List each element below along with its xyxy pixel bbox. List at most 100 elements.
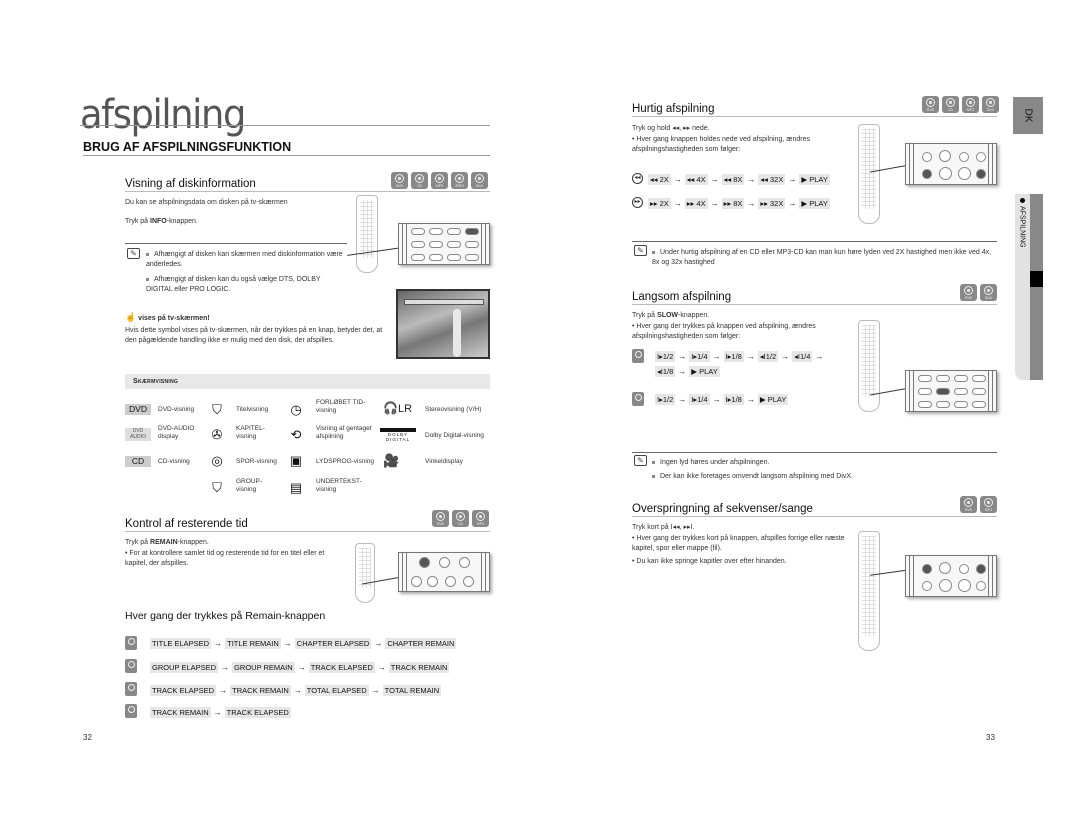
title-icon: ⛉ bbox=[212, 402, 222, 417]
bullet-dot-icon bbox=[1019, 198, 1025, 203]
prev-button bbox=[411, 576, 422, 587]
skip-bullet-1: • Hver gang der trykkes kort på knappen,… bbox=[632, 535, 845, 552]
slow-sequence-dvd-line2: ◂I1/8 → ▶ PLAY bbox=[655, 366, 720, 377]
screen-display-heading: Skærmvisning bbox=[125, 374, 490, 389]
skip-disc-icons: DVD MP3 bbox=[960, 496, 997, 513]
clock-icon: ◷ bbox=[290, 402, 302, 417]
disk-info-heading: Visning af diskinformation bbox=[125, 178, 256, 190]
remote-control-image bbox=[356, 195, 378, 273]
camera-angle-icon: 🎥 bbox=[383, 453, 400, 468]
slow-sequence-dvd: I▸1/2 → I▸1/4 → I▸1/8 → ◂I1/2 → ◂I1/4 → bbox=[655, 351, 824, 362]
remain-button-callout bbox=[398, 552, 490, 592]
info-button[interactable] bbox=[465, 228, 479, 235]
remote-control-image bbox=[858, 531, 880, 651]
disc-divx-icon bbox=[632, 392, 644, 406]
disc-dvd-icon: DVD bbox=[391, 172, 408, 189]
play-button bbox=[958, 167, 971, 180]
remain-sequence-dvd-audio: GROUP ELAPSED → GROUP REMAIN → TRACK ELAPS… bbox=[150, 662, 450, 673]
info-button-callout bbox=[398, 223, 490, 265]
remain-button bbox=[447, 254, 461, 261]
disc-cd-icon bbox=[125, 682, 137, 696]
rewind-button[interactable] bbox=[922, 169, 932, 179]
slow-play-divider bbox=[632, 304, 997, 305]
sleep-button bbox=[429, 254, 443, 261]
audio-language-icon: ▣ bbox=[289, 453, 303, 468]
hand-text: Hvis dette symbol vises på tv-skærmen, n… bbox=[125, 327, 383, 344]
repeat-button bbox=[465, 254, 479, 261]
remain-sequence-dvd-video: TITLE ELAPSED → TITLE REMAIN → CHAPTER ELA… bbox=[150, 638, 457, 649]
repeat-icon: ⟲ bbox=[290, 427, 302, 442]
remain-button[interactable] bbox=[419, 557, 430, 568]
next-button bbox=[463, 576, 474, 587]
group-display-label: GROUP-visning bbox=[236, 478, 262, 493]
note-divider bbox=[632, 452, 997, 453]
skip-bullet-2: • Du kan ikke springe kapitler over efte… bbox=[632, 558, 787, 565]
disc-cd-icon: CD bbox=[452, 510, 469, 527]
fast-forward-icon: ▸▸ bbox=[632, 197, 643, 208]
fast-play-divider bbox=[632, 116, 997, 117]
slow-play-disc-icons: DVD DivX bbox=[960, 284, 997, 301]
drive-button bbox=[954, 375, 968, 382]
repeat-display-label: Visning af gentaget afspilning bbox=[316, 425, 372, 440]
power-button bbox=[439, 557, 450, 568]
slow-button bbox=[411, 241, 425, 248]
info-button bbox=[972, 375, 986, 382]
fast-play-note: Under hurtig afspilning af en CD eller M… bbox=[652, 249, 992, 266]
cd-display-label: CD-visning bbox=[158, 458, 190, 465]
disc-dvd-audio-icon bbox=[125, 659, 137, 673]
slow-button[interactable] bbox=[936, 388, 950, 395]
disk-info-note-2: Afhængigt af disken kan du også vælge DT… bbox=[146, 276, 321, 293]
disc-divx-icon: DivX bbox=[982, 96, 999, 113]
fast-forward-button[interactable] bbox=[976, 169, 986, 179]
slow-note-1: Ingen lyd høres under afspilningen. bbox=[652, 458, 769, 468]
sleep-button bbox=[936, 401, 950, 408]
tv-screen-image bbox=[396, 289, 490, 359]
section-tab-marker bbox=[1030, 271, 1043, 287]
remain-disc-icons: DVD CD MP3 bbox=[432, 510, 489, 527]
disc-mp3-icon: MP3 bbox=[472, 510, 489, 527]
note-divider bbox=[125, 243, 347, 244]
hand-icon: ☝ bbox=[125, 312, 137, 322]
disc-dvd-icon: DVD bbox=[960, 284, 977, 301]
angle-display-label: Vinkeldisplay bbox=[425, 458, 463, 465]
skip-heading: Overspringning af sekvenser/sange bbox=[632, 503, 813, 515]
disk-info-press: Tryk på INFO-knappen. bbox=[125, 218, 198, 225]
disk-info-disc-icons: DVD CD MP3 JPEG DivX bbox=[391, 172, 488, 189]
disk-info-divider bbox=[125, 191, 490, 192]
subtitle-icon: ▤ bbox=[289, 480, 303, 495]
repeat-button bbox=[972, 401, 986, 408]
skip-forward-button[interactable] bbox=[976, 564, 986, 574]
note-icon: ✎ bbox=[634, 245, 647, 256]
fast-play-heading: Hurtig afspilning bbox=[632, 103, 715, 115]
disc-button bbox=[459, 557, 470, 568]
remain-button bbox=[954, 401, 968, 408]
page-number-right: 33 bbox=[986, 733, 995, 742]
section-tab-dark bbox=[1030, 194, 1043, 380]
audio-language-display-label: LYDSPROG-visning bbox=[316, 458, 375, 465]
group-icon: ⛉ bbox=[212, 480, 222, 495]
skip-divider bbox=[632, 516, 997, 517]
slow-play-heading: Langsom afspilning bbox=[632, 291, 732, 303]
elapsed-display-label: FORLØBET TID-visning bbox=[316, 399, 366, 414]
fast-forward-button bbox=[976, 581, 986, 591]
dvd-tag: DVD bbox=[125, 404, 151, 415]
info-overlay-bar bbox=[404, 299, 484, 305]
skip-back-button[interactable] bbox=[922, 564, 932, 574]
screen-button bbox=[972, 388, 986, 395]
stop-button bbox=[939, 579, 952, 592]
disc-divx-icon: DivX bbox=[980, 284, 997, 301]
skip-press: Tryk kort på I◂◂, ▸▸I. bbox=[632, 524, 695, 531]
rewind-button bbox=[922, 581, 932, 591]
fast-play-press: Tryk og hold ◂◂, ▸▸ nede. bbox=[632, 125, 710, 132]
disc-dvd-icon: DVD bbox=[960, 496, 977, 513]
disc-cd-icon: CD bbox=[411, 172, 428, 189]
remain-sequence-mp3: TRACK REMAIN → TRACK ELAPSED bbox=[150, 707, 291, 718]
pause-button bbox=[959, 564, 969, 574]
disk-info-note-1: Afhængigt af disken kan skærmen med disk… bbox=[146, 251, 343, 268]
disk-info-intro: Du kan se afspilningsdata om disken på t… bbox=[125, 199, 288, 206]
stop-button bbox=[939, 167, 952, 180]
logo-button bbox=[447, 241, 461, 248]
title-divider bbox=[80, 125, 490, 126]
effect-button bbox=[429, 228, 443, 235]
menu-button bbox=[918, 388, 932, 395]
